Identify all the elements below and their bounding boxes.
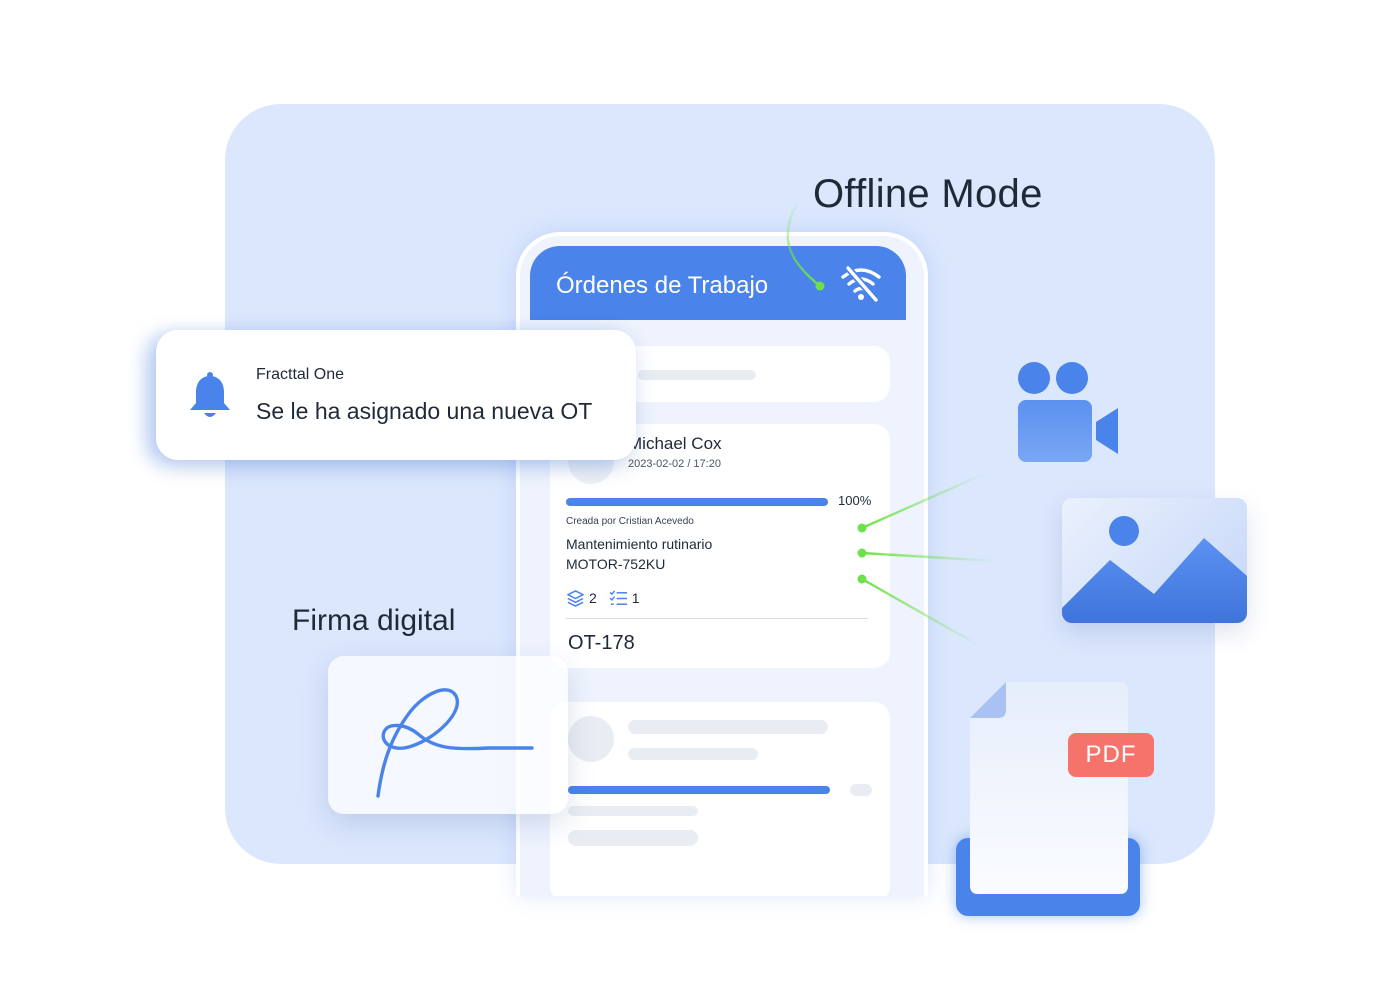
video-camera-icon (1018, 362, 1118, 462)
notification-toast[interactable]: Fracttal One Se le ha asignado una nueva… (156, 330, 636, 460)
signature-card[interactable] (328, 656, 568, 814)
pdf-badge: PDF (1068, 733, 1154, 777)
bell-icon (190, 372, 230, 417)
image-icon (1062, 498, 1247, 623)
digital-signature-label: Firma digital (292, 604, 456, 637)
notification-message: Se le ha asignado una nueva OT (256, 398, 593, 424)
document-icon (970, 682, 1128, 894)
signature-drawing (376, 688, 534, 798)
notification-app-name: Fracttal One (256, 366, 345, 383)
